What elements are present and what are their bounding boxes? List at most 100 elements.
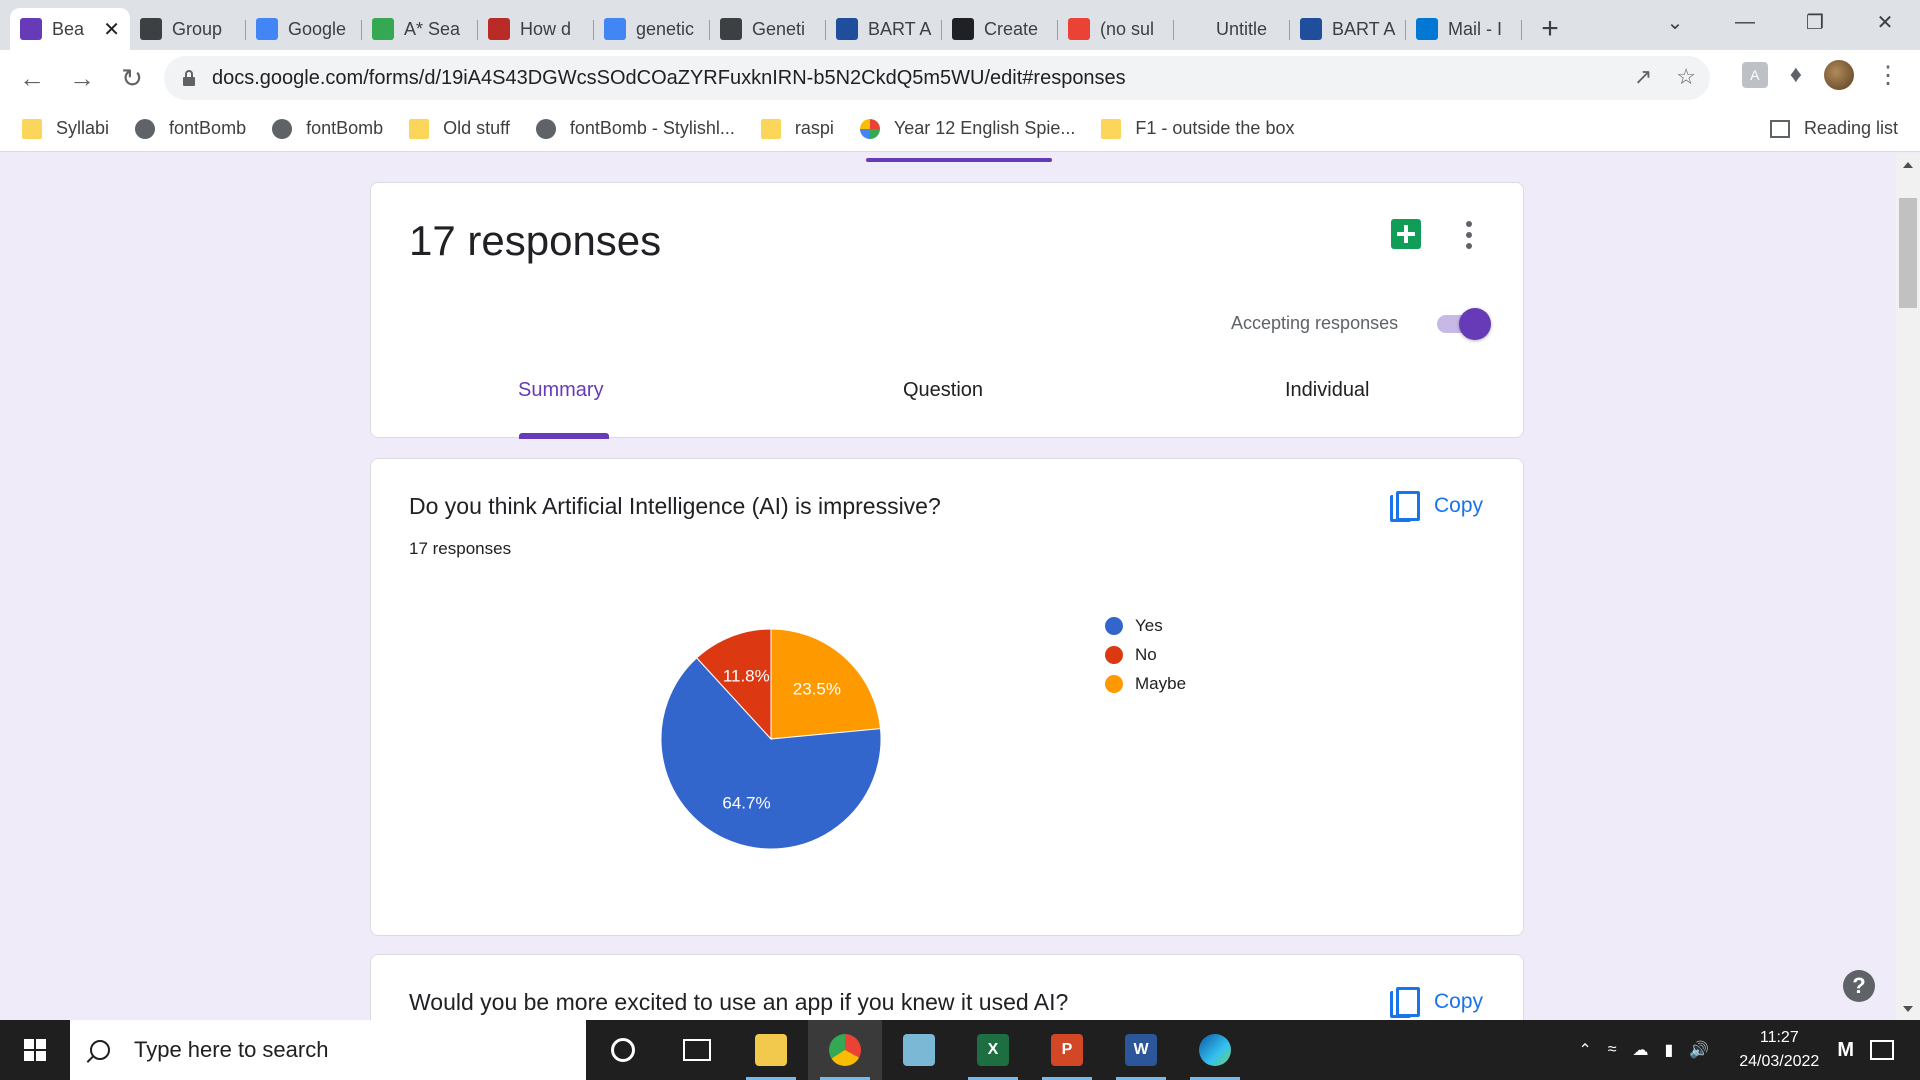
tab-search-icon[interactable]: ⌄ — [1640, 0, 1710, 44]
diamond-icon — [720, 18, 742, 40]
chevron-up-icon[interactable]: ⌃ — [1578, 1040, 1591, 1060]
responses-tabs: Summary Question Individual — [371, 367, 1525, 439]
bookmark-label: Old stuff — [443, 118, 510, 138]
taskbar-edge[interactable] — [1178, 1020, 1252, 1080]
minimize-button[interactable]: — — [1710, 0, 1780, 44]
question-title: Do you think Artificial Intelligence (AI… — [409, 493, 941, 519]
sheets-icon[interactable] — [1391, 219, 1421, 249]
browser-tab[interactable]: Bea ✕ — [10, 8, 130, 50]
close-window-button[interactable]: ✕ — [1850, 0, 1920, 44]
bookmark-label: F1 - outside the box — [1135, 118, 1295, 138]
browser-tab[interactable]: Mail - I — [1406, 8, 1522, 50]
cortana-button[interactable] — [586, 1020, 660, 1080]
reload-button[interactable]: ↻ — [108, 54, 156, 102]
search-icon — [90, 1040, 110, 1060]
taskbar-powerpoint[interactable]: P — [1030, 1020, 1104, 1080]
accepting-responses-label: Accepting responses — [1231, 313, 1399, 333]
question-title-2: Would you be more excited to use an app … — [409, 989, 1069, 1015]
question-response-count: 17 responses — [409, 539, 512, 558]
page-scrollbar[interactable] — [1896, 154, 1920, 1020]
tab-individual[interactable]: Individual — [1285, 379, 1370, 402]
scroll-up-arrow[interactable] — [1903, 162, 1913, 168]
puzzle-icon[interactable]: ♦ — [1790, 61, 1802, 89]
taskbar-chrome[interactable] — [808, 1020, 882, 1080]
tab-question[interactable]: Question — [903, 379, 983, 402]
browser-tab[interactable]: BART A — [1290, 8, 1406, 50]
browser-tab[interactable]: Group — [130, 8, 246, 50]
bookmark-item[interactable]: raspi — [760, 118, 834, 139]
task-view-button[interactable] — [660, 1020, 734, 1080]
browser-toolbar: ← → ↻ docs.google.com/forms/d/19iA4S43DG… — [0, 50, 1920, 106]
browser-tab[interactable]: Google — [246, 8, 362, 50]
help-icon[interactable]: ? — [1843, 970, 1875, 1002]
bookmark-label: fontBomb — [306, 118, 384, 138]
globe-icon — [535, 118, 556, 139]
reading-list-icon — [1769, 119, 1790, 138]
browser-tab[interactable]: Create — [942, 8, 1058, 50]
edge-icon — [1199, 1034, 1231, 1066]
bookmark-item[interactable]: F1 - outside the box — [1101, 118, 1294, 139]
close-tab-icon[interactable]: ✕ — [103, 17, 120, 42]
url-text: docs.google.com/forms/d/19iA4S43DGWcsSOd… — [212, 66, 1126, 89]
taskbar-excel[interactable]: X — [956, 1020, 1030, 1080]
address-bar[interactable]: docs.google.com/forms/d/19iA4S43DGWcsSOd… — [164, 56, 1710, 100]
browser-tab[interactable]: A* Sea — [362, 8, 478, 50]
scroll-down-arrow[interactable] — [1903, 1006, 1913, 1012]
search-icon — [372, 18, 394, 40]
pie-label-no: 11.8% — [723, 666, 770, 685]
battery-icon[interactable]: ▮ — [1665, 1040, 1674, 1060]
back-button[interactable]: ← — [8, 54, 56, 102]
bookmark-item[interactable]: Year 12 English Spie... — [859, 118, 1076, 139]
scroll-thumb[interactable] — [1899, 198, 1917, 308]
restore-button[interactable]: ❐ — [1780, 0, 1850, 44]
browser-tab[interactable]: genetic — [594, 8, 710, 50]
bookmark-label: Year 12 English Spie... — [893, 118, 1076, 138]
browser-tab[interactable]: Untitle — [1174, 8, 1290, 50]
reading-list-button[interactable]: Reading list — [1769, 118, 1898, 139]
more-options-icon[interactable] — [1465, 221, 1473, 249]
volume-icon[interactable]: 🔊 — [1689, 1040, 1709, 1060]
legend-swatch — [1105, 645, 1123, 664]
bookmark-item[interactable]: Syllabi — [22, 118, 109, 139]
create-icon — [952, 18, 974, 40]
browser-tab[interactable]: How d — [478, 8, 594, 50]
tab-title: Group — [172, 18, 223, 39]
share-icon[interactable]: ↗ — [1634, 64, 1652, 90]
folder-icon — [755, 1034, 787, 1066]
browser-tab[interactable]: BART A — [826, 8, 942, 50]
profile-avatar[interactable] — [1824, 60, 1854, 90]
bookmark-item[interactable]: fontBomb — [272, 118, 383, 139]
taskbar-clock[interactable]: 11:27 24/03/2022 — [1739, 1026, 1819, 1074]
bookmark-item[interactable]: Old stuff — [409, 118, 510, 139]
wifi-icon[interactable]: ≈ — [1608, 1041, 1617, 1059]
chart-legend: Yes No Maybe — [1105, 611, 1186, 698]
taskbar-search-box[interactable]: Type here to search — [70, 1020, 586, 1080]
app-tray-icon[interactable]: M — [1837, 1039, 1854, 1062]
calendar-icon — [256, 18, 278, 40]
windows-logo-icon — [24, 1039, 46, 1061]
extension-icon[interactable]: A — [1741, 62, 1768, 88]
bookmark-item[interactable]: fontBomb - Stylishl... — [535, 118, 735, 139]
copy-chart-button-2[interactable]: Copy — [1389, 987, 1483, 1018]
taskbar-word[interactable]: W — [1104, 1020, 1178, 1080]
new-tab-button[interactable]: + — [1528, 8, 1572, 50]
forward-button[interactable]: → — [58, 54, 106, 102]
classroom-icon — [140, 18, 162, 40]
tab-summary[interactable]: Summary — [518, 379, 604, 402]
tab-title: Mail - I — [1448, 18, 1502, 39]
notifications-icon[interactable] — [1870, 1040, 1894, 1060]
start-button[interactable] — [0, 1020, 70, 1080]
chrome-menu-icon[interactable]: ⋮ — [1876, 61, 1900, 90]
bookmark-star-icon[interactable]: ☆ — [1676, 64, 1696, 90]
taskbar-notes[interactable] — [882, 1020, 956, 1080]
bookmark-item[interactable]: fontBomb — [135, 118, 246, 139]
taskbar-file-explorer[interactable] — [734, 1020, 808, 1080]
accepting-responses-toggle[interactable] — [1433, 307, 1491, 340]
responses-header-card: 17 responses Accepting responses Summary… — [370, 182, 1525, 439]
browser-tab[interactable]: Geneti — [710, 8, 826, 50]
bookmark-label: raspi — [794, 118, 834, 138]
google-icon — [604, 18, 626, 40]
copy-chart-button[interactable]: Copy — [1389, 491, 1483, 522]
browser-tab[interactable]: (no sul — [1058, 8, 1174, 50]
cloud-icon[interactable]: ☁ — [1633, 1040, 1649, 1060]
